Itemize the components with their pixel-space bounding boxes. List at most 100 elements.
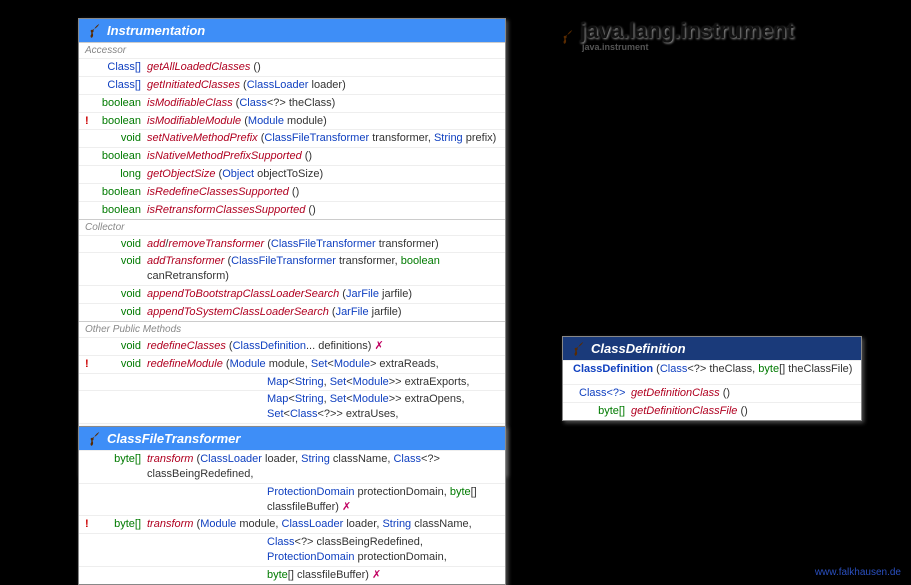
method-row: booleanisNativeMethodPrefixSupported () (79, 147, 505, 165)
return-type (95, 535, 147, 565)
method-row: voidappendToSystemClassLoaderSearch (Jar… (79, 303, 505, 321)
signature: isRedefineClassesSupported () (147, 185, 499, 200)
flag (569, 404, 579, 419)
signature: ClassDefinition (Class<?> theClass, byte… (569, 362, 855, 377)
signature: Map<String, Set<Module>> extraExports, (147, 375, 499, 390)
method-row: voidadd/removeTransformer (ClassFileTran… (79, 235, 505, 253)
return-type: long (95, 167, 147, 182)
section-label: Other Public Methods (79, 321, 505, 337)
flag: ! (85, 114, 95, 129)
return-type: byte[] (95, 452, 147, 482)
flag (85, 167, 95, 182)
panel-header: Instrumentation (79, 19, 505, 42)
signature: getInitiatedClasses (ClassLoader loader) (147, 78, 499, 93)
method-row: booleanisModifiableClass (Class<?> theCl… (79, 94, 505, 112)
panel-body-cft: byte[]transform (ClassLoader loader, Str… (79, 450, 505, 584)
method-row: ProtectionDomain protectionDomain, byte[… (79, 483, 505, 516)
method-row: !voidredefineModule (Module module, Set<… (79, 355, 505, 373)
section-label: Collector (79, 219, 505, 235)
signature: redefineClasses (ClassDefinition... defi… (147, 339, 499, 354)
method-row: booleanisRetransformClassesSupported () (79, 201, 505, 219)
method-row: byte[] classfileBuffer) ✗ (79, 566, 505, 584)
return-type: void (95, 357, 147, 372)
method-row: Class[]getAllLoadedClasses () (79, 58, 505, 76)
method-row: voidappendToBootstrapClassLoaderSearch (… (79, 285, 505, 303)
flag (85, 485, 95, 515)
violin-icon (560, 24, 574, 38)
method-row: voidsetNativeMethodPrefix (ClassFileTran… (79, 129, 505, 147)
signature: setNativeMethodPrefix (ClassFileTransfor… (147, 131, 499, 146)
panel-classfiletransformer: ClassFileTransformer byte[]transform (Cl… (78, 426, 506, 585)
signature: appendToSystemClassLoaderSearch (JarFile… (147, 305, 499, 320)
section-label: Accessor (79, 42, 505, 58)
method-row: byte[]transform (ClassLoader loader, Str… (79, 450, 505, 483)
signature: isRetransformClassesSupported () (147, 203, 499, 218)
return-type (95, 485, 147, 515)
flag (85, 149, 95, 164)
return-type (95, 568, 147, 583)
return-type: byte[] (579, 404, 631, 419)
violin-icon (87, 24, 101, 38)
package-title: java.lang.instrument java.instrument (560, 18, 890, 52)
flag (85, 568, 95, 583)
flag (85, 254, 95, 284)
return-type: boolean (95, 203, 147, 218)
panel-body-cdef: ClassDefinition (Class<?> theClass, byte… (563, 360, 861, 420)
method-row: Map<String, Set<Module>> extraOpens, Set… (79, 390, 505, 423)
flag (85, 535, 95, 565)
return-type: void (95, 339, 147, 354)
signature: Class<?> classBeingRedefined, Protection… (147, 535, 499, 565)
return-type (95, 392, 147, 422)
signature: getDefinitionClassFile () (631, 404, 855, 419)
signature: Map<String, Set<Module>> extraOpens, Set… (147, 392, 499, 422)
return-type: boolean (95, 149, 147, 164)
return-type: void (95, 254, 147, 284)
return-type: void (95, 237, 147, 252)
flag (85, 237, 95, 252)
return-type: Class<?> (579, 386, 631, 401)
footer-link[interactable]: www.falkhausen.de (815, 567, 901, 578)
signature: byte[] classfileBuffer) ✗ (147, 568, 499, 583)
panel-title: ClassDefinition (591, 341, 686, 356)
method-row: Map<String, Set<Module>> extraExports, (79, 373, 505, 391)
return-type: boolean (95, 114, 147, 129)
flag: ! (85, 517, 95, 532)
method-row: !booleanisModifiableModule (Module modul… (79, 112, 505, 130)
signature: add/removeTransformer (ClassFileTransfor… (147, 237, 499, 252)
flag (85, 78, 95, 93)
return-type: boolean (95, 96, 147, 111)
panel-body-instr: AccessorClass[]getAllLoadedClasses ()Cla… (79, 42, 505, 474)
flag (85, 203, 95, 218)
signature: transform (Module module, ClassLoader lo… (147, 517, 499, 532)
method-row: longgetObjectSize (Object objectToSize) (79, 165, 505, 183)
return-type: Class[] (95, 78, 147, 93)
signature: redefineModule (Module module, Set<Modul… (147, 357, 499, 372)
panel-header: ClassDefinition (563, 337, 861, 360)
signature: getObjectSize (Object objectToSize) (147, 167, 499, 182)
method-row: byte[]getDefinitionClassFile () (563, 402, 861, 420)
return-type: boolean (95, 185, 147, 200)
return-type: void (95, 305, 147, 320)
flag (85, 375, 95, 390)
signature: isModifiableClass (Class<?> theClass) (147, 96, 499, 111)
method-row: Class[]getInitiatedClasses (ClassLoader … (79, 76, 505, 94)
signature: isModifiableModule (Module module) (147, 114, 499, 129)
panel-classdefinition: ClassDefinition ClassDefinition (Class<?… (562, 336, 862, 421)
method-row: Class<?> classBeingRedefined, Protection… (79, 533, 505, 566)
return-type: byte[] (95, 517, 147, 532)
flag (85, 96, 95, 111)
flag (85, 60, 95, 75)
flag (85, 339, 95, 354)
return-type: Class[] (95, 60, 147, 75)
panel-instrumentation: Instrumentation AccessorClass[]getAllLoa… (78, 18, 506, 475)
method-row: voidredefineClasses (ClassDefinition... … (79, 337, 505, 355)
flag (85, 131, 95, 146)
signature: isNativeMethodPrefixSupported () (147, 149, 499, 164)
return-type: void (95, 287, 147, 302)
flag (85, 452, 95, 482)
signature: addTransformer (ClassFileTransformer tra… (147, 254, 499, 284)
flag (569, 386, 579, 401)
return-type (95, 375, 147, 390)
constructor-row: ClassDefinition (Class<?> theClass, byte… (563, 360, 861, 378)
method-row: !byte[]transform (Module module, ClassLo… (79, 515, 505, 533)
